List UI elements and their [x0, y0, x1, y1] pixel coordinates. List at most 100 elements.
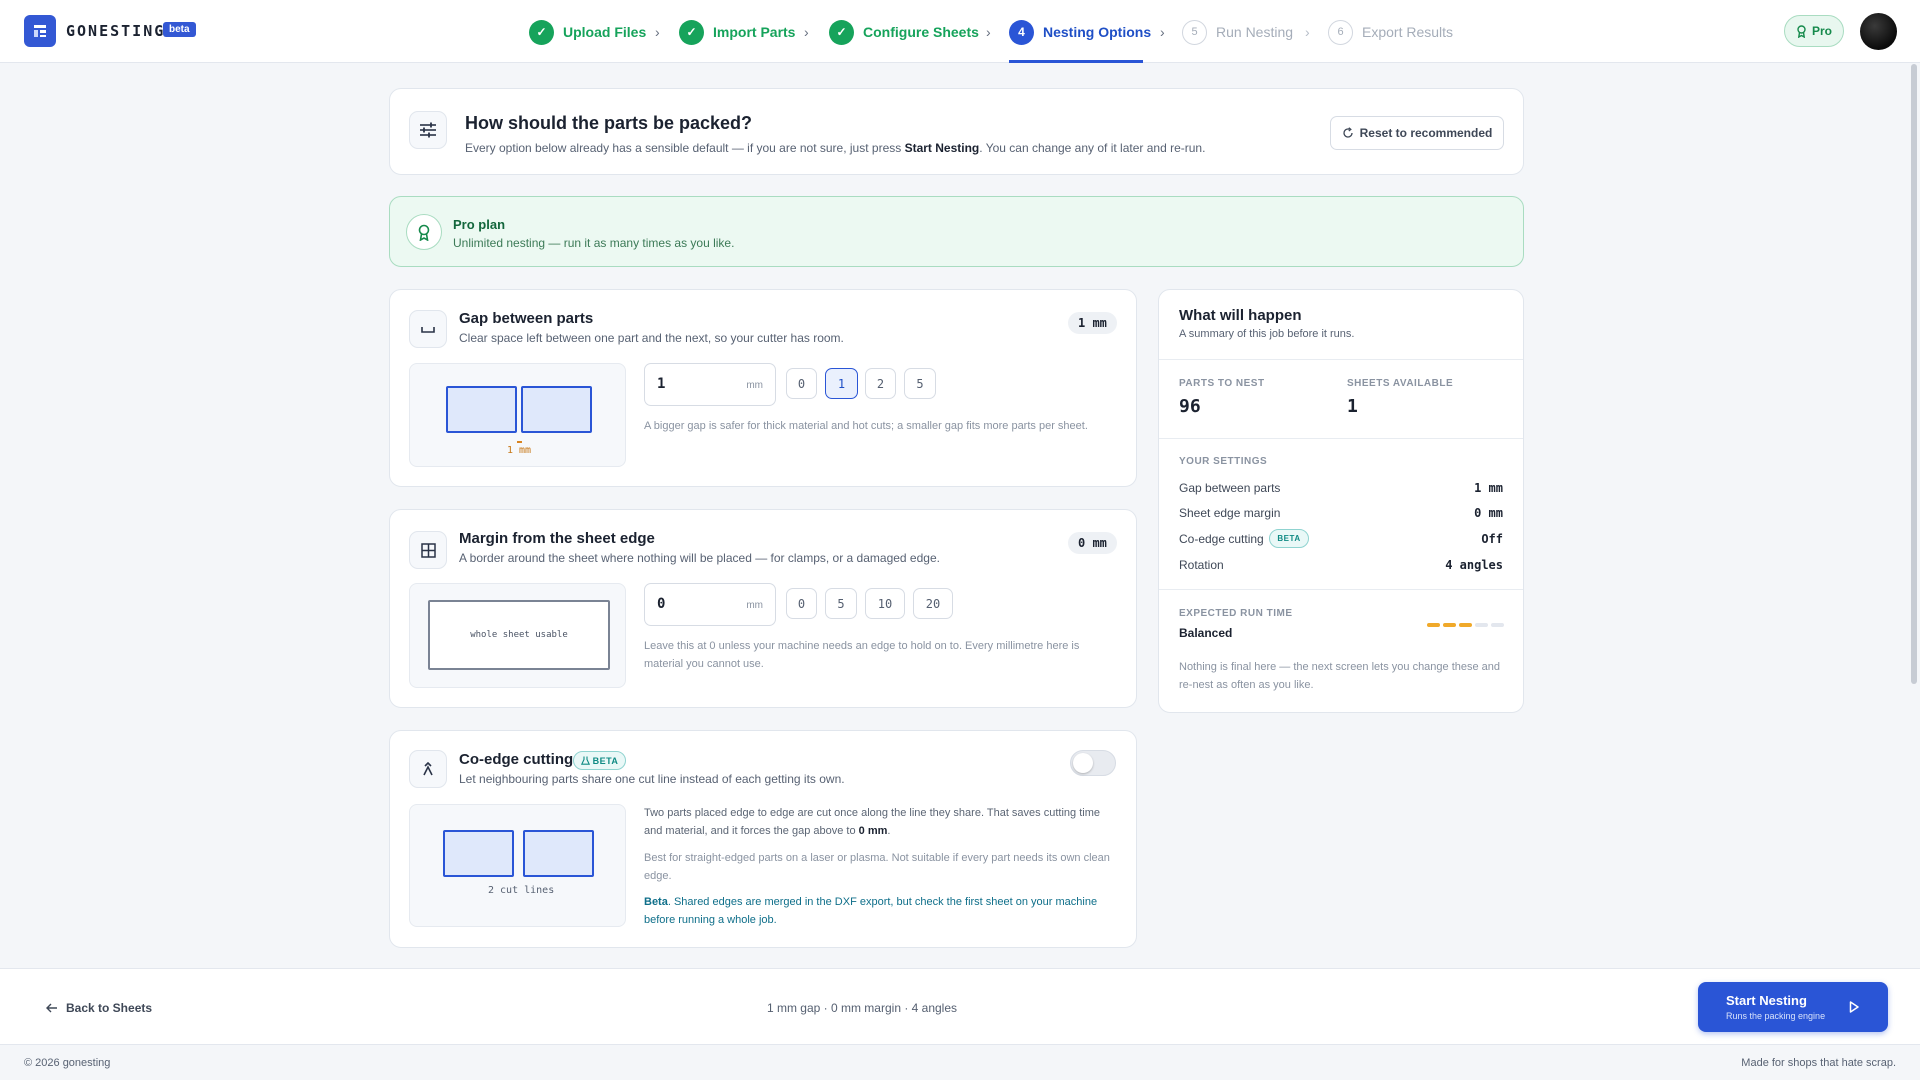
plan-text: Unlimited nesting — run it as many times… [453, 236, 735, 250]
part-shape [521, 386, 592, 433]
plan-badge-label: Pro [1811, 24, 1832, 38]
step-run-nesting: 5 Run Nesting [1182, 19, 1293, 45]
step-label: Nesting Options [1043, 24, 1152, 40]
step-number: 6 [1328, 19, 1353, 45]
coedge-card: Co-edge cutting BETA Let neighbouring pa… [389, 730, 1137, 948]
setting-coedge-label: Co-edge cutting [1179, 532, 1264, 546]
coedge-beta-tag: BETA [573, 751, 626, 770]
margin-title: Margin from the sheet edge [459, 530, 655, 547]
margin-card: Margin from the sheet edge A border arou… [389, 509, 1137, 708]
gap-preset-2[interactable]: 2 [865, 368, 896, 399]
margin-preset-0[interactable]: 0 [786, 588, 817, 619]
coedge-preview: 2 cut lines [409, 804, 626, 927]
gap-icon [409, 310, 447, 348]
play-icon [1849, 1001, 1859, 1013]
logo-icon [34, 25, 46, 37]
toggle-knob [1073, 753, 1093, 773]
settings-summary-line: 1 mm gap · 0 mm margin · 4 angles [766, 1001, 958, 1015]
flask-icon [580, 756, 590, 765]
runtime-value: Balanced [1179, 626, 1233, 640]
margin-preset-10[interactable]: 10 [865, 588, 905, 619]
step-label: Upload Files [563, 24, 647, 40]
gap-preset-5[interactable]: 5 [904, 368, 936, 399]
runtime-meter [1427, 623, 1504, 627]
refresh-icon [1343, 127, 1353, 138]
chevron-right-icon: › [986, 24, 991, 40]
setting-margin-value: 0 mm [1474, 506, 1503, 520]
settings-label: YOUR SETTINGS [1179, 456, 1268, 467]
step-label: Import Parts [713, 24, 796, 40]
coedge-explanation: Two parts placed edge to edge are cut on… [644, 807, 1100, 837]
pro-plan-banner: Pro plan Unlimited nesting — run it as m… [389, 196, 1524, 267]
margin-preset-20[interactable]: 20 [913, 588, 953, 619]
step-number: 5 [1182, 19, 1207, 45]
part-shape [446, 386, 517, 433]
runtime-meter-segment [1475, 623, 1488, 627]
gap-preset-0[interactable]: 0 [786, 368, 817, 399]
runtime-label: EXPECTED RUN TIME [1179, 608, 1293, 619]
plan-title: Pro plan [453, 217, 506, 232]
summary-note: Nothing is final here — the next screen … [1179, 661, 1501, 691]
margin-hint: Leave this at 0 unless your machine need… [644, 640, 1080, 670]
runtime-meter-segment [1459, 623, 1472, 627]
check-icon: ✓ [529, 19, 554, 45]
gap-card: Gap between parts Clear space left betwe… [389, 289, 1137, 487]
parts-label: PARTS TO NEST [1179, 378, 1265, 389]
step-label: Run Nesting [1216, 24, 1294, 40]
divider [1159, 359, 1523, 360]
divider [1159, 438, 1523, 439]
user-avatar[interactable] [1860, 13, 1897, 50]
step-upload-files[interactable]: ✓ Upload Files [529, 19, 646, 45]
chevron-right-icon: › [1160, 24, 1165, 40]
coedge-toggle[interactable] [1070, 750, 1116, 776]
coedge-suitability: Best for straight-edged parts on a laser… [644, 852, 1110, 882]
part-shape [443, 830, 514, 877]
start-nesting-button[interactable]: Start Nesting Runs the packing engine [1698, 982, 1888, 1032]
gap-preset-1[interactable]: 1 [825, 368, 858, 399]
gap-hint: A bigger gap is safer for thick material… [644, 420, 1088, 432]
sliders-icon [409, 111, 447, 149]
active-step-indicator [1009, 60, 1143, 63]
gap-title: Gap between parts [459, 310, 594, 327]
check-icon: ✓ [679, 19, 704, 45]
gap-input[interactable]: 1 mm [644, 363, 776, 406]
step-number: 4 [1009, 19, 1034, 45]
coedge-preview-label: 2 cut lines [488, 885, 555, 896]
top-bar: GONESTING beta ✓ Upload Files › ✓ Import… [0, 0, 1920, 63]
summary-card: What will happen A summary of this job b… [1158, 289, 1524, 713]
margin-preview-label: whole sheet usable [470, 630, 568, 640]
check-icon: ✓ [829, 19, 854, 45]
app-logo[interactable] [24, 15, 56, 47]
setting-rotation-label: Rotation [1179, 558, 1224, 572]
sheets-label: SHEETS AVAILABLE [1347, 378, 1454, 389]
intro-card: How should the parts be packed? Every op… [389, 88, 1524, 175]
parts-value: 96 [1179, 396, 1201, 417]
chevron-right-icon: › [804, 24, 809, 40]
page-title: How should the parts be packed? [465, 113, 753, 133]
coedge-description: Let neighbouring parts share one cut lin… [459, 772, 845, 786]
margin-input[interactable]: 0 mm [644, 583, 776, 626]
step-export-results: 6 Export Results [1328, 19, 1453, 45]
award-icon [1797, 24, 1806, 38]
footer-tagline: Made for shops that hate scrap. [1741, 1057, 1896, 1069]
margin-preset-5[interactable]: 5 [825, 588, 857, 619]
merge-icon [409, 750, 447, 788]
summary-subtitle: A summary of this job before it runs. [1179, 328, 1355, 340]
part-shape [523, 830, 594, 877]
setting-coedge-value: Off [1481, 532, 1503, 546]
chevron-right-icon: › [655, 24, 660, 40]
scrollbar[interactable] [1911, 64, 1917, 684]
page-subtitle: Every option below already has a sensibl… [465, 141, 1206, 155]
grid-icon [409, 531, 447, 569]
reset-button[interactable]: Reset to recommended [1330, 116, 1504, 150]
gap-description: Clear space left between one part and th… [459, 331, 844, 345]
footer: © 2026 gonesting Made for shops that hat… [0, 1044, 1920, 1080]
coedge-title: Co-edge cutting [459, 751, 574, 768]
plan-badge[interactable]: Pro [1784, 15, 1844, 47]
step-import-parts[interactable]: ✓ Import Parts [679, 19, 795, 45]
step-configure-sheets[interactable]: ✓ Configure Sheets [829, 19, 979, 45]
chevron-right-icon: › [1305, 24, 1310, 40]
app-brand: GONESTING [66, 22, 166, 40]
step-nesting-options[interactable]: 4 Nesting Options [1009, 19, 1151, 45]
divider [1159, 589, 1523, 590]
